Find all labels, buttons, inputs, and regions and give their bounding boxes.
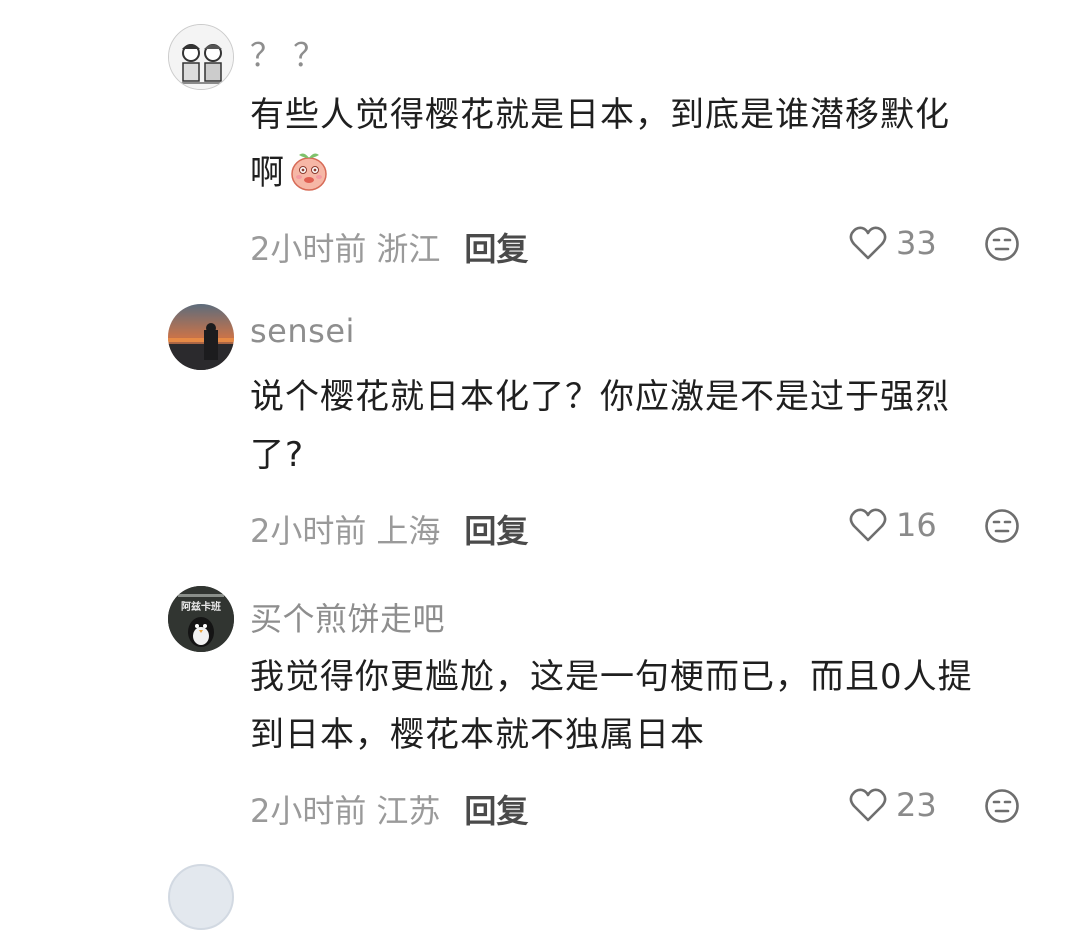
avatar[interactable]: 阿兹卡班 bbox=[168, 586, 234, 652]
comment-line: 说个樱花就日本化了？你应激是不是过于强烈 bbox=[250, 377, 950, 417]
username[interactable]: 买个煎饼走吧 bbox=[250, 594, 445, 640]
like-count: 33 bbox=[896, 224, 937, 262]
like-count: 23 bbox=[896, 786, 937, 824]
avatar[interactable] bbox=[168, 304, 234, 370]
comment-line: 到日本，樱花本就不独属日本 bbox=[250, 715, 705, 755]
username[interactable]: ？ ？ bbox=[250, 30, 326, 76]
like-count: 16 bbox=[896, 506, 937, 544]
username[interactable]: sensei bbox=[250, 312, 355, 350]
comment-meta: 2小时前 上海 回复 bbox=[250, 506, 528, 552]
comment-meta: 2小时前 浙江 回复 bbox=[250, 224, 528, 270]
neutral-face-icon[interactable] bbox=[984, 788, 1020, 824]
reply-button[interactable]: 回复 bbox=[464, 792, 528, 830]
comment-line: 了? bbox=[250, 435, 305, 475]
avatar[interactable] bbox=[168, 24, 234, 90]
comment-line-text: 啊 bbox=[250, 153, 285, 193]
avatar[interactable] bbox=[168, 864, 234, 930]
comment-time: 2小时前 bbox=[250, 230, 367, 268]
comment-location: 浙江 bbox=[376, 230, 441, 268]
comment-line: 我觉得你更尴尬，这是一句梗而已，而且0人提 bbox=[250, 657, 973, 697]
comment-text: 说个樱花就日本化了？你应激是不是过于强烈 了? bbox=[250, 368, 1040, 484]
comment-location: 上海 bbox=[376, 512, 441, 550]
like-button[interactable]: 16 bbox=[848, 506, 937, 544]
like-button[interactable]: 23 bbox=[848, 786, 937, 824]
heart-outline-icon bbox=[849, 508, 887, 542]
heart-outline-icon bbox=[849, 226, 887, 260]
comment-meta: 2小时前 江苏 回复 bbox=[250, 786, 528, 832]
reply-button[interactable]: 回复 bbox=[464, 230, 528, 268]
peach-emoji-icon bbox=[291, 153, 327, 191]
neutral-face-icon[interactable] bbox=[984, 508, 1020, 544]
comment-text: 我觉得你更尴尬，这是一句梗而已，而且0人提 到日本，樱花本就不独属日本 bbox=[250, 648, 1040, 764]
neutral-face-icon[interactable] bbox=[984, 226, 1020, 262]
heart-outline-icon bbox=[849, 788, 887, 822]
comment-time: 2小时前 bbox=[250, 792, 367, 830]
comment-line: 有些人觉得樱花就是日本，到底是谁潜移默化 bbox=[250, 95, 950, 135]
comment-text: 有些人觉得樱花就是日本，到底是谁潜移默化 啊 bbox=[250, 86, 1040, 202]
comment-location: 江苏 bbox=[376, 792, 441, 830]
comment-time: 2小时前 bbox=[250, 512, 367, 550]
reply-button[interactable]: 回复 bbox=[464, 512, 528, 550]
comment-line: 啊 bbox=[250, 144, 1040, 202]
avatar-text: 阿兹卡班 bbox=[181, 600, 221, 613]
like-button[interactable]: 33 bbox=[848, 224, 937, 262]
